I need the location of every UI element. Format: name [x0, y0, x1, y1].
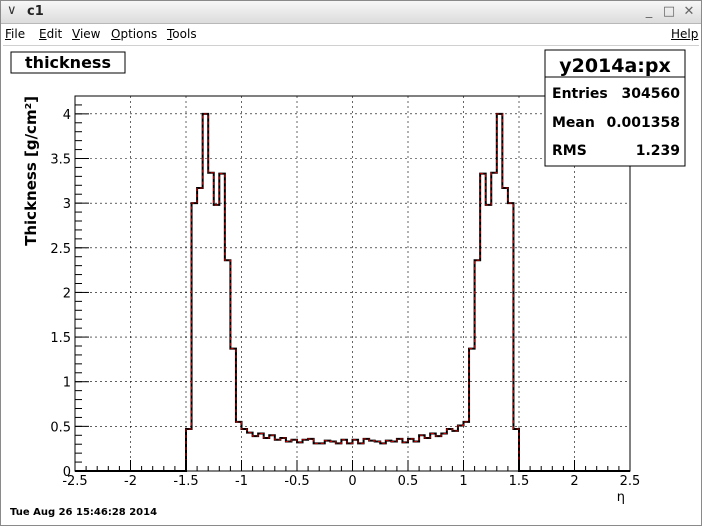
x-tick-label: -2: [124, 474, 137, 489]
x-tick-label: -1: [235, 474, 248, 489]
menu-view-label: iew: [79, 27, 101, 41]
y-tick-label: 3.5: [50, 153, 71, 168]
window-menu-icon[interactable]: ∨: [7, 3, 17, 18]
x-tick-label: 0: [348, 474, 356, 489]
menu-tools-label: ools: [172, 27, 197, 41]
title-box-text: thickness: [25, 53, 111, 72]
close-icon[interactable]: ✕: [681, 4, 697, 20]
stats-entries-value: 304560: [622, 86, 681, 102]
root-canvas[interactable]: -2.5 -2 -1.5 -1 -0.5 0 0.5 1 1.5 2 2.5 0 0.5 1 1.5 2 2.5…: [3, 45, 699, 524]
window-title: c1: [27, 4, 44, 19]
menu-edit-label: dit: [46, 27, 63, 41]
y-tick-label: 4: [63, 108, 71, 123]
x-tick-label: 2.5: [620, 474, 641, 489]
y-tick-label: 2: [63, 286, 71, 301]
menu-edit[interactable]: Edit: [39, 27, 62, 41]
stats-entries-label: Entries: [552, 86, 608, 102]
title-bar[interactable]: ∨ c1 _ □ ✕: [1, 1, 701, 24]
menu-file-label: ile: [11, 27, 26, 41]
menu-file[interactable]: File: [5, 27, 25, 41]
x-tick-label: 1: [459, 474, 467, 489]
timestamp: Tue Aug 26 15:46:28 2014: [10, 507, 157, 518]
y-tick-label: 2.5: [50, 242, 71, 257]
stats-mean-value: 0.001358: [606, 115, 680, 131]
menu-options-label: ptions: [120, 27, 158, 41]
menu-edit-mnemonic: E: [39, 27, 47, 41]
x-axis-label: η: [617, 490, 625, 505]
minimize-icon[interactable]: _: [641, 4, 657, 20]
y-tick-label: 0.5: [50, 420, 71, 435]
maximize-icon[interactable]: □: [661, 4, 677, 20]
menu-view[interactable]: View: [72, 27, 100, 41]
menu-help[interactable]: Help: [671, 27, 698, 41]
menu-view-mnemonic: V: [72, 27, 80, 41]
x-tick-label: 2: [570, 474, 578, 489]
x-tick-label: 0.5: [398, 474, 419, 489]
menu-options[interactable]: Options: [111, 27, 157, 41]
x-tick-label: 1.5: [509, 474, 530, 489]
stats-rms-value: 1.239: [636, 143, 680, 159]
menu-bar: File Edit View Options Tools Help: [1, 24, 701, 44]
y-tick-label: 1: [63, 376, 71, 391]
y-tick-label: 0: [63, 465, 71, 480]
menu-tools[interactable]: Tools: [167, 27, 197, 41]
stats-rms-label: RMS: [552, 143, 587, 159]
y-tick-label: 1.5: [50, 331, 71, 346]
y-axis-label: Thickness [g/cm²]: [22, 96, 40, 246]
stats-box: y2014a:px Entries 304560 Mean 0.001358 R…: [544, 49, 686, 167]
app-window: ∨ c1 _ □ ✕ File Edit View Options Tools …: [0, 0, 702, 526]
menu-help-label: Help: [671, 27, 699, 41]
x-tick-label: -1.5: [173, 474, 198, 489]
x-tick-label: -0.5: [284, 474, 309, 489]
histogram-plot[interactable]: -2.5 -2 -1.5 -1 -0.5 0 0.5 1 1.5 2 2.500.511.522.5…: [3, 46, 699, 524]
stats-name: y2014a:px: [559, 55, 671, 77]
y-tick-label: 3: [63, 197, 71, 212]
stats-mean-label: Mean: [552, 115, 595, 131]
